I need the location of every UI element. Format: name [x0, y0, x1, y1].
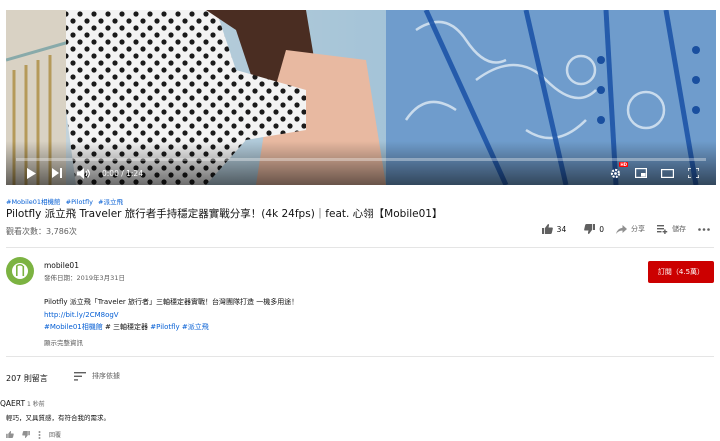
video-title: Pilotfly 派立飛 Traveler 旅行者手持穩定器實戰分享！(4k 2… [6, 208, 443, 220]
share-label: 分享 [631, 225, 645, 233]
next-icon [52, 168, 62, 178]
divider [6, 356, 714, 357]
hashtag-link[interactable]: #派立飛 [182, 323, 209, 331]
like-button[interactable]: 34 [541, 224, 567, 234]
comment-timestamp[interactable]: 1 秒前 [27, 401, 45, 408]
view-count: 觀看次數：3,786次 [6, 227, 77, 236]
comment-author: QAERT 1 秒前 [0, 399, 45, 408]
settings-icon [610, 168, 620, 178]
description-text: # 三軸穩定器 [102, 323, 151, 331]
time-display: 0:00 / 1:24 [102, 168, 143, 178]
more-horizontal-icon [698, 227, 710, 231]
thumbs-down-icon [22, 431, 30, 438]
kebab-menu-icon [38, 430, 41, 439]
thumbs-up-icon [6, 431, 14, 438]
video-description: Pilotfly 派立飛「Traveler 旅行者」三軸穩定器實戰！台灣團隊打造… [44, 296, 298, 334]
share-button[interactable]: 分享 [616, 224, 645, 234]
hashtag-link[interactable]: #Mobile01相機館 [6, 198, 61, 206]
description-tags: #Mobile01相機館 # 三軸穩定器 #Pilotfly #派立飛 [44, 321, 298, 334]
hashtag-link[interactable]: #派立飛 [98, 198, 123, 206]
fullscreen-icon [687, 168, 699, 178]
thumbs-down-icon [584, 224, 596, 234]
comment-actions: 回覆 [6, 430, 69, 439]
save-label: 儲存 [672, 225, 686, 233]
channel-name[interactable]: mobile01 [44, 261, 79, 270]
publish-date: 發佈日期：2019年3月31日 [44, 274, 125, 282]
theater-button[interactable] [656, 163, 678, 183]
fullscreen-button[interactable] [682, 163, 704, 183]
hashtag-list: #Mobile01相機館 #Pilotfly #派立飛 [6, 196, 126, 206]
theater-icon [660, 168, 674, 178]
comment-like-button[interactable] [6, 431, 14, 438]
next-button[interactable] [46, 163, 68, 183]
description-line: Pilotfly 派立飛「Traveler 旅行者」三軸穩定器實戰！台灣團隊打造… [44, 298, 299, 306]
save-button[interactable]: 儲存 [657, 224, 686, 234]
subscribe-button[interactable]: 訂閱（4.5萬） [648, 261, 714, 283]
volume-icon [76, 167, 90, 179]
progress-bar[interactable] [16, 158, 706, 161]
video-player[interactable]: 0:00 / 1:24 HD [6, 10, 716, 185]
hashtag-link[interactable]: #Pilotfly [150, 323, 179, 331]
description-link[interactable]: http://bit.ly/2CM8ogV [44, 309, 298, 322]
sort-button[interactable]: 排序依據 [74, 371, 120, 381]
thumbs-up-icon [541, 224, 553, 234]
comment-dislike-button[interactable] [22, 431, 30, 438]
sort-icon [74, 371, 86, 381]
volume-button[interactable] [72, 163, 94, 183]
share-icon [616, 224, 627, 234]
divider [6, 247, 714, 248]
dislike-count: 0 [599, 224, 604, 234]
sort-label: 排序依據 [92, 372, 120, 380]
hashtag-link[interactable]: #Pilotfly [66, 198, 93, 206]
miniplayer-icon [635, 168, 647, 178]
dislike-button[interactable]: 0 [584, 224, 604, 234]
add-to-playlist-icon [657, 224, 668, 234]
comment-menu-button[interactable] [38, 430, 41, 439]
comment-author-name[interactable]: QAERT [0, 399, 25, 408]
play-icon [27, 167, 36, 179]
video-actions: 34 0 分享 儲存 [530, 224, 714, 234]
miniplayer-button[interactable] [630, 163, 652, 183]
show-more-link[interactable]: 顯示完整資訊 [44, 337, 83, 347]
like-count: 34 [556, 224, 567, 234]
more-actions-button[interactable] [698, 227, 714, 231]
play-button[interactable] [20, 163, 42, 183]
comment-count: 207 則留言 [6, 374, 48, 383]
hd-badge: HD [619, 162, 628, 167]
reply-button[interactable]: 回覆 [49, 430, 61, 439]
hashtag-link[interactable]: #Mobile01相機館 [44, 323, 103, 331]
settings-button[interactable]: HD [604, 162, 628, 183]
mobile01-logo-icon [12, 263, 28, 279]
channel-avatar[interactable] [6, 257, 34, 285]
comment-text: 輕巧，又具質感，有符合我的需求。 [6, 414, 110, 422]
player-controls: 0:00 / 1:24 HD [6, 162, 716, 183]
